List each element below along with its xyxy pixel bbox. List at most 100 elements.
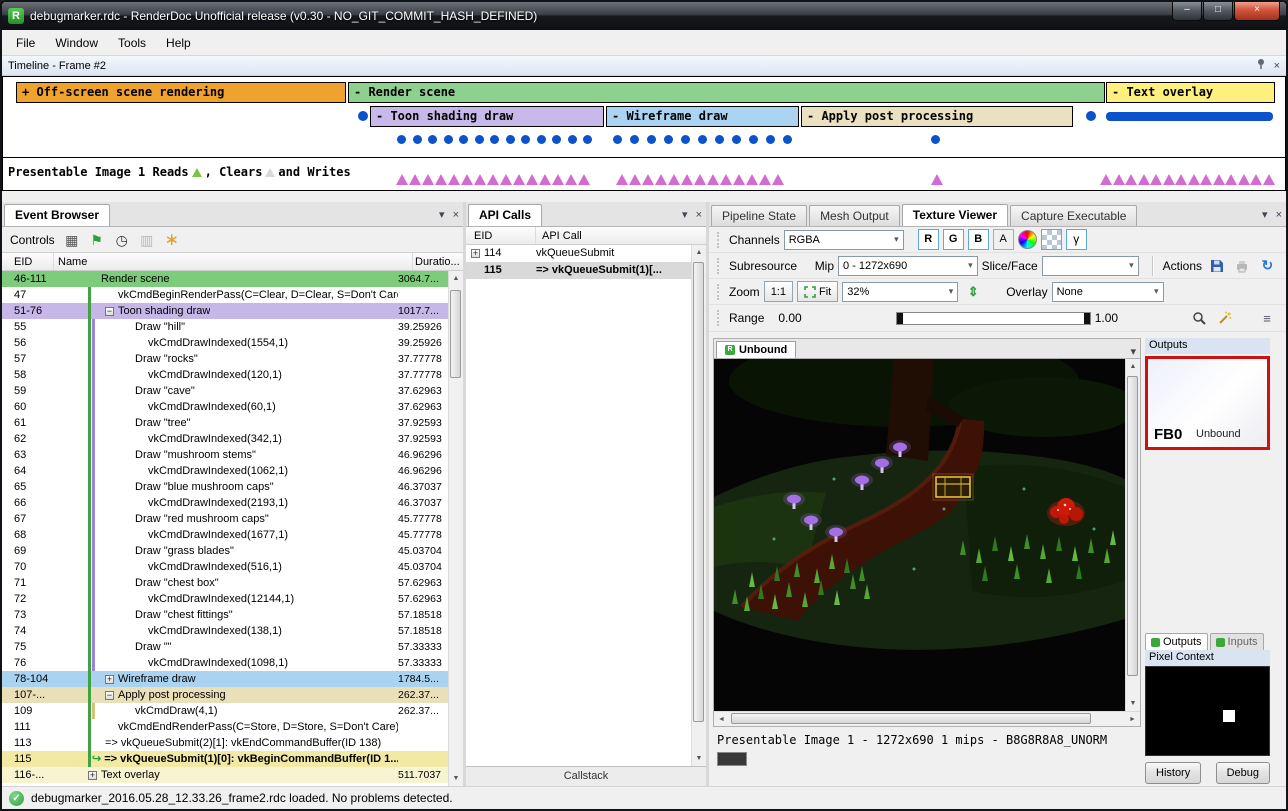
event-row-116-...[interactable]: 116-...+Text overlay511.7037 (2, 767, 448, 783)
draw-event-dot[interactable] (490, 135, 499, 144)
tab-event-browser[interactable]: Event Browser (4, 204, 110, 226)
pin-icon[interactable] (1256, 58, 1266, 73)
tab-api-calls[interactable]: API Calls (468, 204, 542, 226)
event-row-55[interactable]: 55Draw "hill"39.25926 (2, 319, 448, 335)
flip-vertical-icon[interactable]: ⇕ (962, 281, 984, 302)
event-row-76[interactable]: 76vkCmdDrawIndexed(1098,1)57.33333 (2, 655, 448, 671)
event-row-113[interactable]: 113=> vkQueueSubmit(2)[1]: vkEndCommandB… (2, 735, 448, 751)
usage-write-marker[interactable] (1263, 174, 1275, 185)
close-icon[interactable]: × (1274, 60, 1280, 72)
menu-window[interactable]: Window (45, 32, 108, 54)
draw-event-dot[interactable] (749, 135, 758, 144)
debug-button[interactable]: Debug (1216, 762, 1270, 784)
range-slider[interactable] (896, 312, 1091, 325)
menu-file[interactable]: File (6, 32, 45, 54)
scroll-down-icon[interactable]: ▼ (449, 771, 463, 786)
scroll-up-icon[interactable]: ▲ (1126, 359, 1140, 374)
scrollbar-thumb[interactable] (1127, 376, 1138, 676)
usage-write-marker[interactable] (565, 174, 577, 185)
event-row-71[interactable]: 71Draw "chest box"57.62963 (2, 575, 448, 591)
usage-write-marker[interactable] (448, 174, 460, 185)
draw-event-dot[interactable] (1086, 111, 1096, 121)
background-color-swatch[interactable] (717, 752, 747, 766)
timeline-bar-off-screen-scene-rendering[interactable]: + Off-screen scene rendering (16, 82, 346, 103)
event-row-47[interactable]: 47vkCmdBeginRenderPass(C=Clear, D=Clear,… (2, 287, 448, 303)
usage-write-marker[interactable] (694, 174, 706, 185)
event-row-60[interactable]: 60vkCmdDrawIndexed(60,1)37.62963 (2, 399, 448, 415)
zoom-1to1-button[interactable]: 1:1 (764, 281, 793, 302)
usage-write-marker[interactable] (578, 174, 590, 185)
usage-write-marker[interactable] (1188, 174, 1200, 185)
tab-pipeline-state[interactable]: Pipeline State (711, 205, 807, 226)
event-row-115[interactable]: 115↪=> vkQueueSubmit(1)[0]: vkBeginComma… (2, 751, 448, 767)
menu-help[interactable]: Help (156, 32, 201, 54)
event-row-56[interactable]: 56vkCmdDrawIndexed(1554,1)39.25926 (2, 335, 448, 351)
usage-write-marker[interactable] (733, 174, 745, 185)
usage-write-marker[interactable] (409, 174, 421, 185)
usage-write-marker[interactable] (707, 174, 719, 185)
toolbar-grip[interactable] (717, 258, 720, 274)
usage-write-marker[interactable] (1100, 174, 1112, 185)
texture-tab-list-icon[interactable]: ▾ (1130, 345, 1136, 358)
draw-event-dot[interactable] (397, 135, 406, 144)
callstack-section[interactable]: Callstack (466, 766, 706, 786)
draw-event-dot[interactable] (444, 135, 453, 144)
usage-write-marker[interactable] (681, 174, 693, 185)
usage-write-marker[interactable] (629, 174, 641, 185)
draw-event-dot[interactable] (783, 135, 792, 144)
dock-close-icon[interactable]: × (1276, 209, 1282, 221)
range-white-handle[interactable] (1084, 313, 1090, 324)
usage-write-marker[interactable] (474, 174, 486, 185)
overlay-dropdown[interactable]: None ▾ (1052, 282, 1164, 302)
event-row-58[interactable]: 58vkCmdDrawIndexed(120,1)37.77778 (2, 367, 448, 383)
usage-write-marker[interactable] (1200, 174, 1212, 185)
scroll-up-icon[interactable]: ▲ (692, 245, 706, 260)
usage-write-marker[interactable] (435, 174, 447, 185)
usage-write-marker[interactable] (1175, 174, 1187, 185)
stats-icon[interactable]: ▥ (139, 232, 155, 248)
history-button[interactable]: History (1145, 762, 1201, 784)
draw-event-dot[interactable] (506, 135, 515, 144)
event-row-109[interactable]: 109vkCmdDraw(4,1)262.37... (2, 703, 448, 719)
fb0-thumbnail[interactable]: FB0 Unbound (1145, 356, 1270, 450)
red-channel-button[interactable]: R (918, 229, 939, 250)
usage-write-marker[interactable] (552, 174, 564, 185)
close-button[interactable]: × (1234, 2, 1280, 21)
usage-write-marker[interactable] (526, 174, 538, 185)
event-row-57[interactable]: 57Draw "rocks"37.77778 (2, 351, 448, 367)
event-row-67[interactable]: 67Draw "red mushroom caps"45.77778 (2, 511, 448, 527)
draw-event-dot[interactable] (647, 135, 656, 144)
event-row-63[interactable]: 63Draw "mushroom stems"46.96296 (2, 447, 448, 463)
channels-dropdown[interactable]: RGBA ▾ (784, 230, 904, 250)
usage-write-marker[interactable] (513, 174, 525, 185)
event-row-62[interactable]: 62vkCmdDrawIndexed(342,1)37.92593 (2, 431, 448, 447)
timeline-bar-wireframe-draw[interactable]: - Wireframe draw (606, 106, 799, 127)
usage-write-marker[interactable] (1213, 174, 1225, 185)
usage-write-marker[interactable] (1225, 174, 1237, 185)
event-row-51-76[interactable]: 51-76−Toon shading draw1017.7... (2, 303, 448, 319)
timeline-bar-render-scene[interactable]: - Render scene (348, 82, 1105, 103)
scroll-up-icon[interactable]: ▲ (449, 271, 463, 286)
scrollbar-thumb[interactable] (450, 290, 461, 378)
dock-dropdown-icon[interactable]: ▾ (682, 208, 688, 221)
scroll-down-icon[interactable]: ▼ (692, 751, 706, 766)
collapse-icon[interactable]: − (105, 307, 114, 316)
usage-write-marker[interactable] (1150, 174, 1162, 185)
event-row-78-104[interactable]: 78-104+Wireframe draw1784.5... (2, 671, 448, 687)
usage-write-marker[interactable] (616, 174, 628, 185)
usage-write-marker[interactable] (759, 174, 771, 185)
event-row-66[interactable]: 66vkCmdDrawIndexed(2193,1)46.37037 (2, 495, 448, 511)
usage-write-marker[interactable] (642, 174, 654, 185)
usage-write-marker[interactable] (396, 174, 408, 185)
scrollbar-track[interactable] (1126, 374, 1140, 696)
dock-close-icon[interactable]: × (453, 209, 459, 221)
tab-texture-viewer[interactable]: Texture Viewer (902, 204, 1008, 226)
usage-write-marker[interactable] (720, 174, 732, 185)
maximize-button[interactable]: □ (1203, 2, 1233, 21)
usage-write-marker[interactable] (1238, 174, 1250, 185)
usage-write-marker[interactable] (772, 174, 784, 185)
event-row-68[interactable]: 68vkCmdDrawIndexed(1677,1)45.77778 (2, 527, 448, 543)
draw-event-dot[interactable] (413, 135, 422, 144)
event-row-107-...[interactable]: 107-...−Apply post processing262.37... (2, 687, 448, 703)
event-row-65[interactable]: 65Draw "blue mushroom caps"46.37037 (2, 479, 448, 495)
